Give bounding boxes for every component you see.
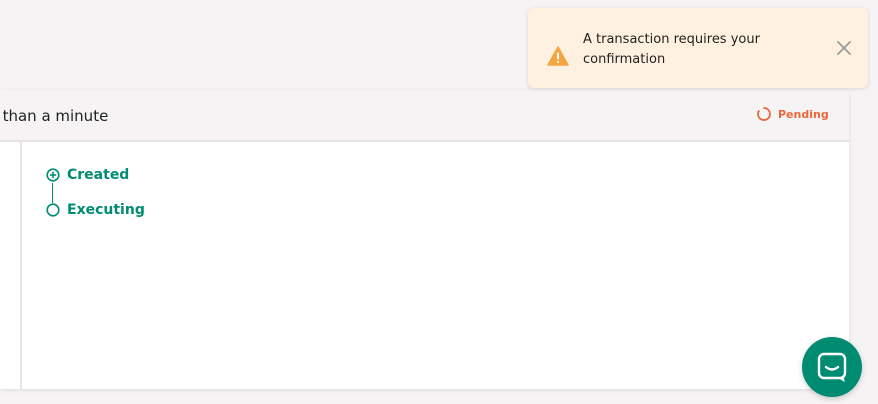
toast-message: A transaction requires your confirmation [583, 32, 760, 67]
chat-icon [817, 352, 847, 382]
step-label: Executing [67, 202, 145, 218]
spinner-icon [757, 107, 771, 121]
step-created: Created [46, 167, 129, 183]
transaction-card: s than a minute Pending Created Executin… [0, 90, 849, 389]
close-icon[interactable] [834, 38, 854, 58]
warning-icon [547, 46, 569, 66]
circle-icon [46, 203, 60, 217]
status-indicator: Pending [756, 106, 829, 122]
transaction-header[interactable]: s than a minute Pending [0, 90, 849, 142]
transaction-time-text: s than a minute [0, 107, 109, 125]
step-connector [52, 183, 53, 203]
step-executing: Executing [46, 202, 145, 218]
chat-launcher-button[interactable] [802, 337, 862, 397]
status-label: Pending [778, 107, 829, 121]
column-divider [20, 142, 22, 389]
plus-circle-icon [46, 168, 60, 182]
confirmation-toast[interactable]: A transaction requires your confirmation [528, 8, 868, 88]
page-root: s than a minute Pending Created Executin… [0, 0, 878, 404]
step-label: Created [67, 167, 130, 183]
